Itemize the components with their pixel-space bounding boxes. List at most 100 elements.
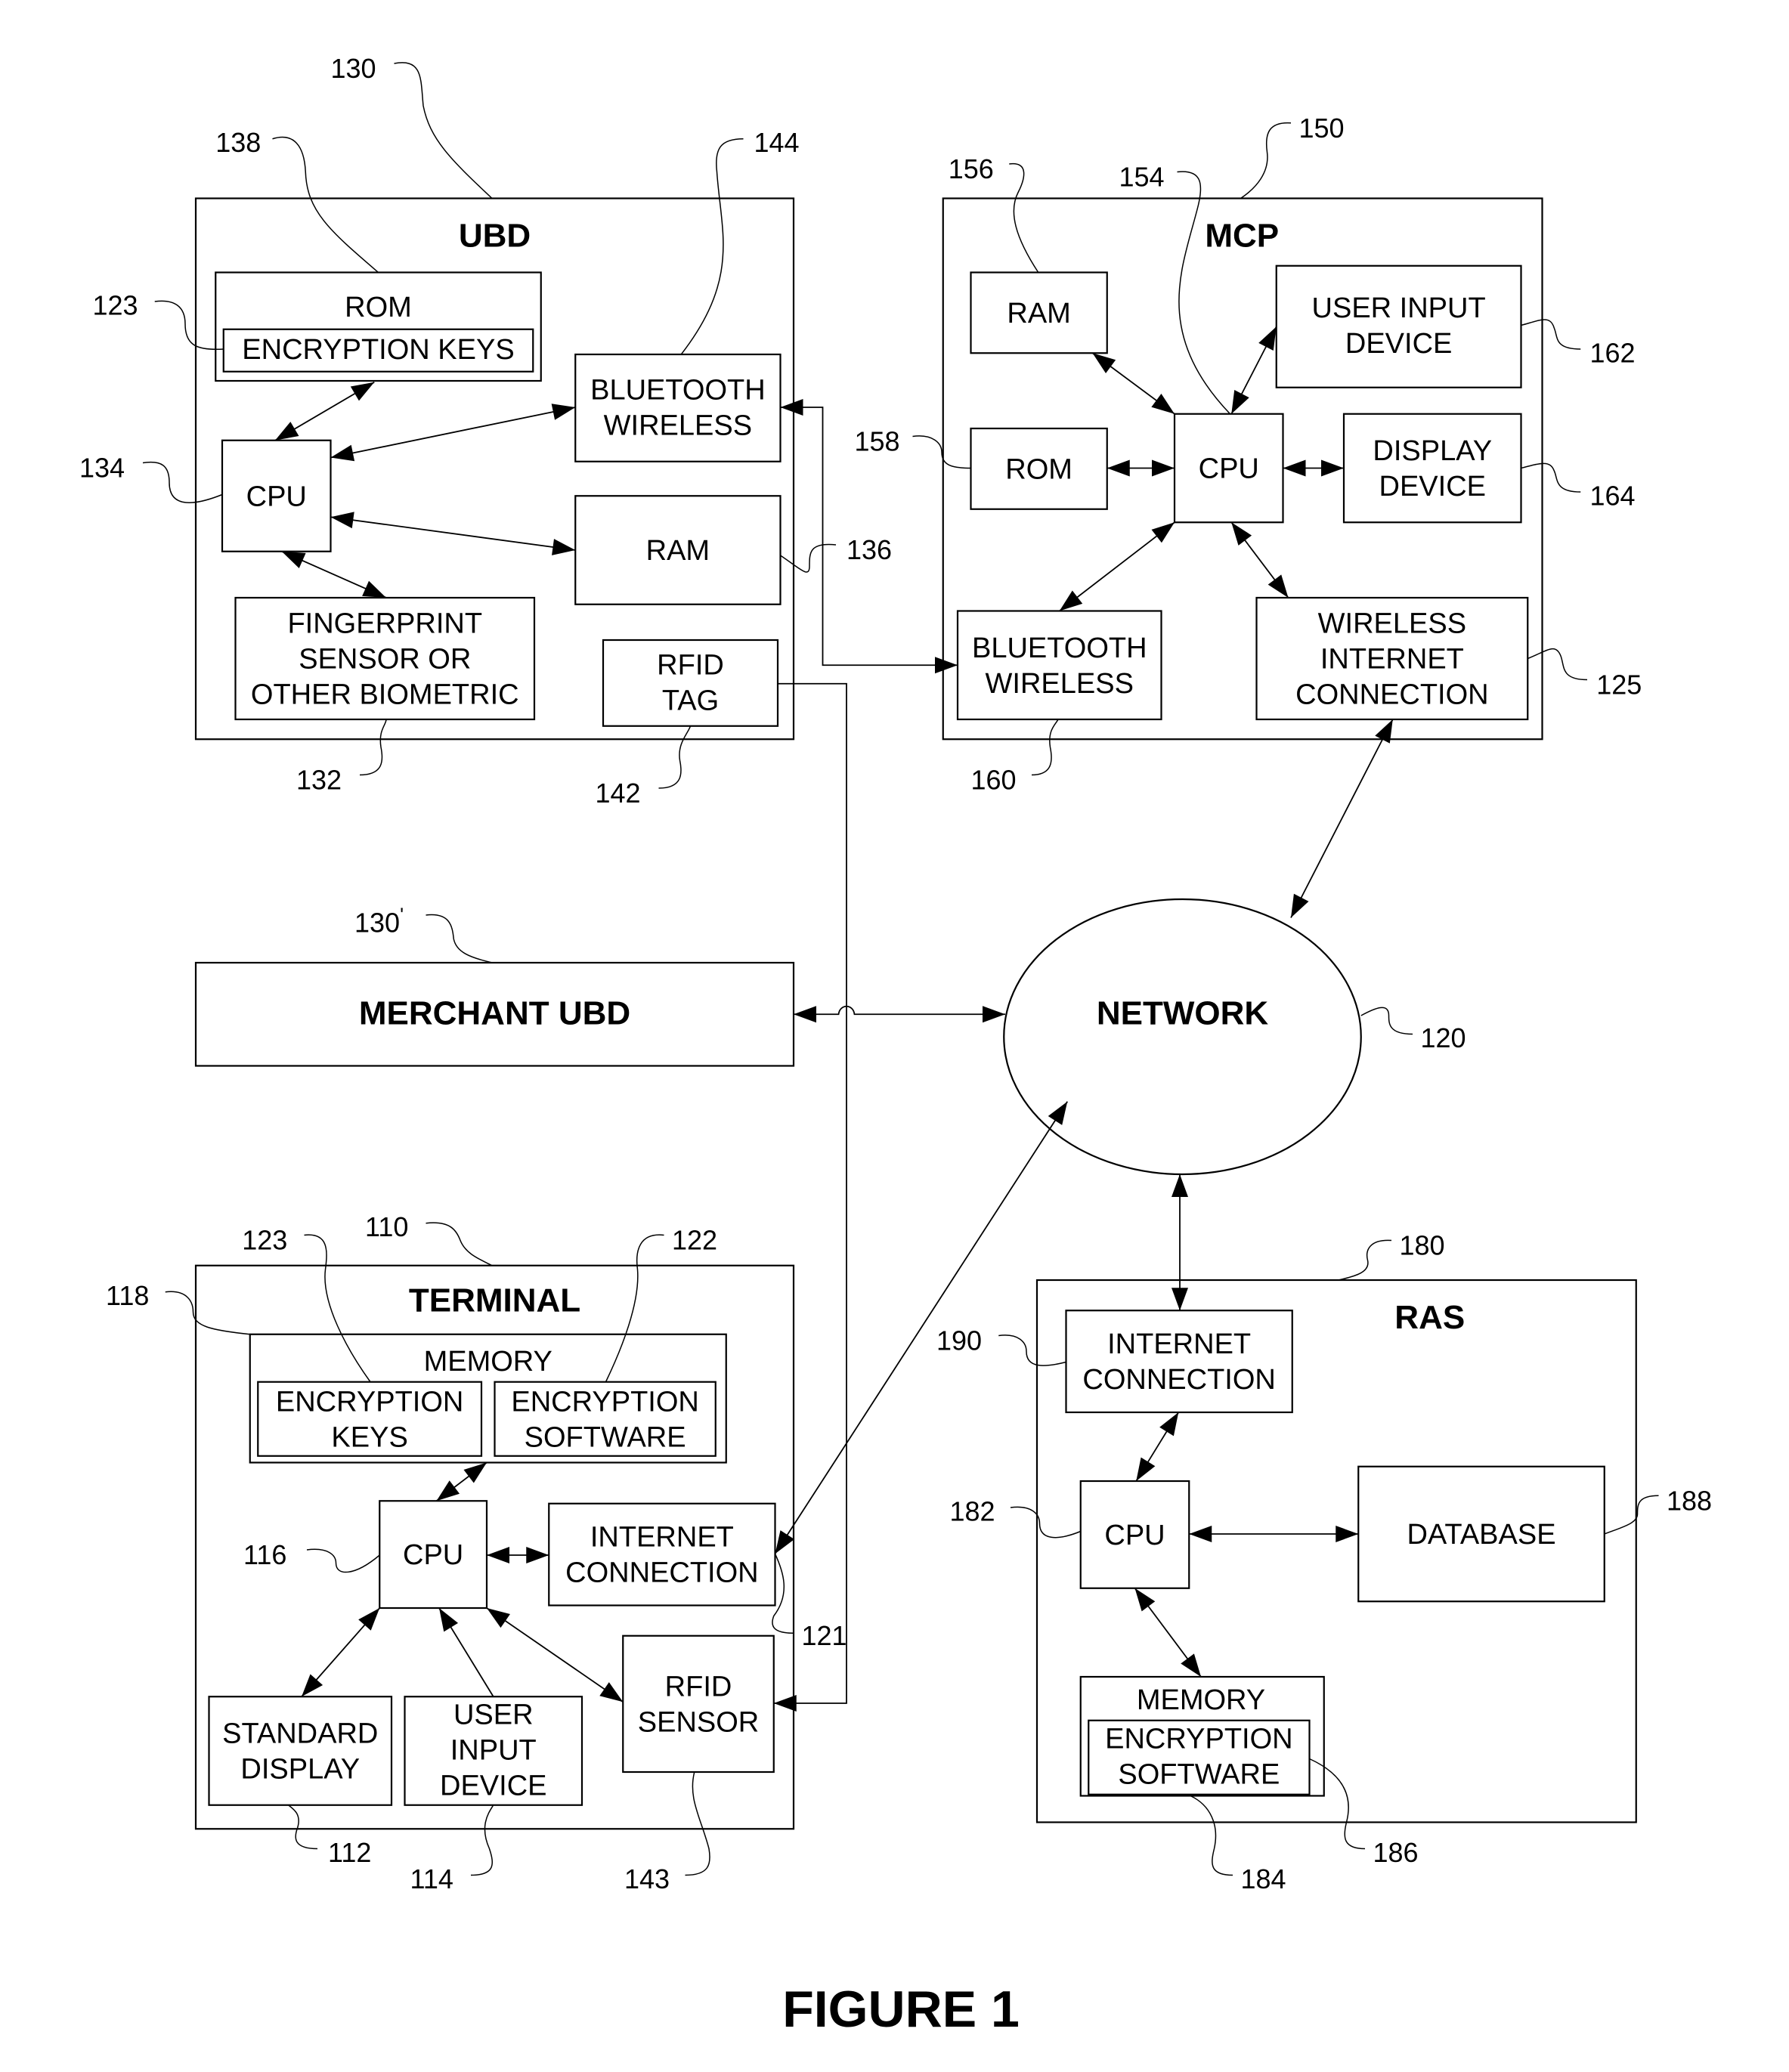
ubd-rom-label-line: ROM [345, 292, 412, 323]
ras-memory-leader-line [1190, 1795, 1233, 1876]
terminal-rfid-sensor-box-label-line: SENSOR [638, 1706, 759, 1738]
ras-cpu-memory-link-arrowhead-start [1134, 1588, 1156, 1612]
terminal-cpu-internet-link-arrowhead-end [526, 1547, 549, 1563]
mcp-cpu-leader-line [1177, 171, 1231, 415]
ubd-rfid-tag-ref-number: 142 [596, 778, 641, 809]
mcp-cpu-wireless-internet-link-arrowhead-end [1267, 574, 1289, 598]
ras-cpu-ref-number: 182 [950, 1495, 995, 1526]
mcp-cpu-display-link-arrowhead-end [1321, 459, 1344, 477]
merchant-ubd-arrowhead [794, 1006, 816, 1023]
network-lower-left-arrowhead [1048, 1101, 1068, 1125]
terminal-encryption-keys-ref-number: 123 [242, 1225, 287, 1256]
ubd-fingerprint-box-label-line: FINGERPRINT [287, 608, 482, 640]
mcp-network-link-arrowhead-end [1291, 893, 1309, 918]
terminal-standard-display-ref-number: 112 [328, 1837, 371, 1868]
terminal-standard-display-box-label-line: STANDARD [222, 1718, 378, 1750]
network-ellipse [1003, 898, 1362, 1176]
ubd-cpu-ram-link-arrowhead-start [330, 512, 354, 529]
ras-internet-cpu-link-arrowhead-start [1159, 1412, 1179, 1436]
ubd-cpu-ram-link-arrowhead-end [552, 539, 576, 555]
mcp-wireless-internet-ref-number: 125 [1596, 670, 1642, 700]
terminal-memory-cpu-link-arrowhead-start [463, 1462, 487, 1483]
ras-cpu-database-link-arrowhead-start [1189, 1526, 1212, 1542]
mcp-user-input-box [1275, 264, 1522, 388]
ubd-rfid-tag-box-label-line: RFID [657, 650, 724, 682]
terminal-cpu-internet-link-arrowhead-start [487, 1547, 509, 1563]
merchant-ubd-title: MERCHANT UBD [359, 995, 630, 1032]
terminal-ref-number: 110 [365, 1211, 408, 1242]
network-ras-internet-link-arrowhead-start [1172, 1174, 1188, 1197]
network-title: NETWORK [1097, 995, 1269, 1032]
mcp-user-input-ref-number: 162 [1590, 337, 1636, 368]
ubd-encryption-keys-leader-line [154, 300, 224, 351]
mcp-bluetooth-ref-number: 160 [971, 765, 1017, 796]
mcp-bluetooth-leader-line [1031, 719, 1059, 776]
ubd-bluetooth-box-label-line: WIRELESS [604, 410, 752, 442]
terminal-standard-display-box-label-line: DISPLAY [240, 1754, 360, 1786]
terminal-memory-cpu-link-arrowhead-end [436, 1480, 460, 1501]
ras-internet-ref-number: 190 [936, 1325, 982, 1356]
terminal-rfid-sensor-leader-line [685, 1771, 710, 1876]
ubd-rfid-tag-leader-line [658, 725, 692, 789]
ubd-cpu-bluetooth-link-arrowhead-end [551, 404, 576, 420]
ubd-fingerprint-box-label-line: OTHER BIOMETRIC [251, 679, 519, 711]
ubd-fingerprint-leader-line [359, 719, 387, 776]
ubd-encryption-keys-ref-number: 123 [93, 289, 138, 320]
mcp-wireless-internet-box-label-line: INTERNET [1320, 644, 1464, 676]
terminal-title: TERMINAL [409, 1282, 580, 1319]
network-left-arrowhead [983, 1006, 1005, 1023]
ubd-cpu-leader-line [142, 461, 223, 503]
ubd-title: UBD [459, 218, 531, 255]
ras-internet-box-label-line: CONNECTION [1082, 1364, 1275, 1396]
ubd-bluetooth-box-label-line: BLUETOOTH [590, 375, 766, 407]
mcp-cpu-bluetooth-link-arrowhead-start [1151, 522, 1175, 543]
ubd-rom-leader-line [272, 136, 379, 274]
mcp-network-link [1290, 719, 1394, 918]
terminal-encryption-keys-box-label-line: KEYS [331, 1421, 407, 1453]
mcp-ref-number: 150 [1299, 113, 1345, 144]
ubd-bluetooth-ref-number: 144 [754, 127, 800, 158]
mcp-cpu-display-link-arrowhead-start [1283, 459, 1306, 477]
terminal-cpu-display-link-arrowhead-start [358, 1608, 380, 1631]
mcp-bluetooth-box-label-line: BLUETOOTH [972, 632, 1147, 664]
terminal-rfid-sensor-box [622, 1634, 775, 1774]
ras-encryption-software-box-label-line: SOFTWARE [1118, 1759, 1280, 1791]
terminal-standard-display-box [208, 1696, 393, 1806]
ubd-cpu-ram-link [330, 516, 576, 551]
terminal-rfid-sensor-ref-number: 143 [624, 1863, 670, 1894]
mcp-rom-leader-line [912, 435, 971, 469]
ubd-leader-line [394, 62, 493, 199]
ras-encryption-software-box-label-line: ENCRYPTION [1105, 1724, 1292, 1755]
mcp-rom-cpu-link-arrowhead-start [1107, 459, 1130, 477]
ras-cpu-memory-link-arrowhead-end [1181, 1653, 1201, 1677]
mcp-display-leader-line [1521, 462, 1581, 493]
ras-database-box-label-line: DATABASE [1407, 1519, 1555, 1551]
ras-leader-line [1338, 1239, 1392, 1281]
ras-cpu-database-link-arrowhead-end [1336, 1526, 1359, 1542]
ubd-encryption-keys-box-label-line: ENCRYPTION KEYS [242, 334, 514, 366]
mcp-cpu-user-input-link-arrowhead-start [1231, 390, 1249, 414]
mcp-bluetooth-box [956, 610, 1162, 721]
ras-internet-leader-line [998, 1334, 1066, 1366]
ubd-bluetooth-leader-line [680, 138, 744, 355]
terminal-standard-display-leader-line [288, 1804, 318, 1850]
terminal-memory-ref-number: 118 [106, 1280, 149, 1311]
mcp-ram-ref-number: 156 [949, 153, 994, 184]
mcp-leader-line [1240, 122, 1292, 199]
mcp-ram-leader-line [1009, 163, 1039, 273]
terminal-cpu-box-label-line: CPU [403, 1539, 463, 1571]
ubd-bluetooth-box [574, 353, 782, 462]
terminal-internet-arrowhead [775, 1530, 795, 1554]
terminal-memory-label-line: MEMORY [424, 1346, 552, 1378]
ras-title: RAS [1394, 1299, 1465, 1336]
ras-internet-box [1065, 1310, 1293, 1414]
terminal-cpu-rfid-sensor-link-arrowhead-end [599, 1682, 624, 1702]
mcp-ram-box-label-line: RAM [1007, 298, 1070, 329]
ubd-ram-ref-number: 136 [847, 534, 892, 565]
terminal-leader-line [426, 1222, 493, 1266]
terminal-network-link [774, 1101, 1069, 1554]
terminal-cpu-rfid-sensor-link [486, 1607, 624, 1702]
network-ref-number: 120 [1421, 1022, 1466, 1053]
terminal-internet-box [548, 1502, 776, 1607]
terminal-user-input-box-label-line: USER [453, 1699, 534, 1730]
